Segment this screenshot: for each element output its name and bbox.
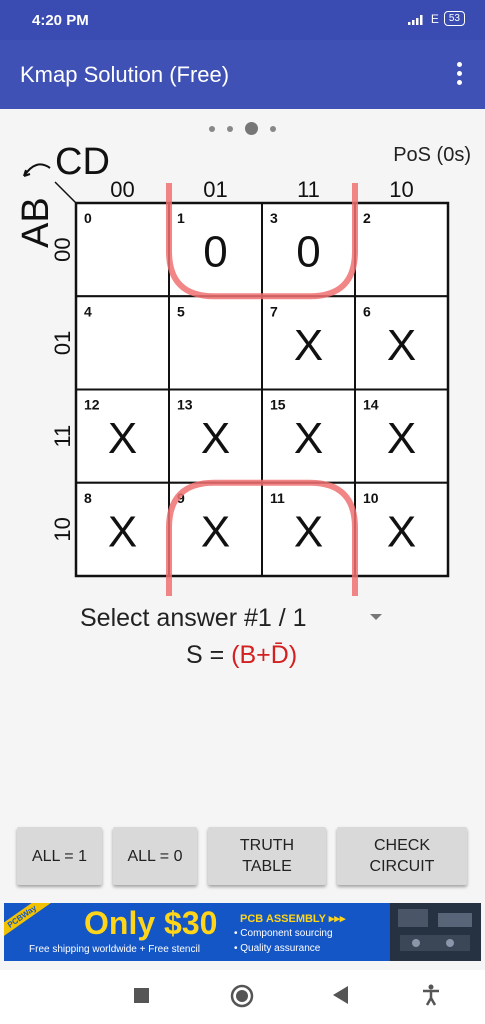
network-type: E	[430, 11, 439, 26]
solution-expression: S = (B+D̄)	[186, 641, 297, 670]
row-header: 11	[50, 425, 75, 448]
cell-index: 4	[84, 303, 92, 319]
check-circuit-button[interactable]: CHECK CIRCUIT	[337, 827, 467, 885]
cell-value: X	[108, 414, 137, 463]
kmap-cell[interactable]: 30	[261, 202, 356, 298]
kmap-cell[interactable]: 4	[75, 295, 170, 391]
cell-index: 12	[84, 397, 100, 413]
all-one-button[interactable]: ALL = 1	[17, 827, 102, 885]
cell-value: 0	[203, 228, 227, 277]
cell-value: X	[294, 507, 323, 556]
all-zero-label: ALL = 0	[127, 847, 183, 865]
cell-index: 13	[177, 397, 193, 413]
kmap-cell[interactable]: 15 X	[261, 388, 356, 484]
cell-value: X	[294, 321, 323, 370]
signal-icon	[407, 14, 423, 25]
kmap-cell[interactable]: 11 X	[261, 481, 356, 577]
kmap-cell[interactable]: 2	[354, 202, 449, 298]
check-circuit-label-2: CIRCUIT	[369, 858, 435, 875]
cell-index: 1	[177, 210, 185, 226]
square-icon[interactable]	[134, 988, 149, 1003]
triangle-back-icon[interactable]	[333, 986, 349, 1004]
kmap-cell[interactable]: 0	[75, 202, 170, 298]
cell-value: X	[387, 321, 416, 370]
cell-value: X	[387, 507, 416, 556]
check-circuit-label-1: CHECK	[373, 837, 430, 854]
circle-icon[interactable]	[230, 984, 254, 1008]
kmap-cell[interactable]: 13 X	[168, 388, 263, 484]
all-one-label: ALL = 1	[31, 847, 87, 865]
all-zero-button[interactable]: ALL = 0	[113, 827, 197, 885]
row-header: 00	[50, 237, 75, 261]
cell-value: X	[201, 414, 230, 463]
cell-value: X	[294, 414, 323, 463]
truth-table-label-2: TABLE	[242, 858, 292, 875]
cell-value: X	[201, 507, 230, 556]
cell-index: 15	[270, 397, 286, 413]
corner-diagonal	[54, 181, 77, 204]
ad-bullet: • Quality assurance	[234, 943, 321, 954]
kmap-cell[interactable]: 8X	[75, 481, 170, 577]
kmap-cell[interactable]: 10	[168, 202, 263, 298]
answer-select-label: Select answer #1 / 1	[80, 604, 307, 632]
answer-select[interactable]: Select answer #1 / 1	[80, 604, 390, 638]
battery-icon: 53	[443, 11, 465, 26]
dropdown-arrow-icon	[370, 614, 382, 620]
cell-value: X	[108, 507, 137, 556]
cell-index: 11	[270, 490, 285, 506]
col-header: 01	[203, 177, 227, 202]
ad-headline: PCB ASSEMBLY ▸▸▸	[240, 913, 346, 925]
cell-index: 5	[177, 303, 185, 319]
ad-tagline: Free shipping worldwide + Free stencil	[29, 944, 200, 955]
col-header: 00	[110, 177, 134, 202]
column-variable-label: CD	[55, 141, 110, 183]
cell-value: X	[387, 414, 416, 463]
status-bar: 4:20 PM E 53	[0, 0, 485, 40]
solution-prefix: S =	[186, 641, 232, 669]
cell-value: 0	[296, 228, 320, 277]
status-time: 4:20 PM	[32, 12, 89, 29]
col-header: 11	[297, 177, 320, 202]
cell-index: 0	[84, 210, 92, 226]
cell-index: 10	[363, 490, 379, 506]
kmap-cell[interactable]: 10 X	[354, 481, 449, 577]
ad-bullet: • Component sourcing	[234, 928, 333, 939]
pcb-board-image	[390, 903, 481, 961]
accessibility-icon[interactable]	[421, 984, 441, 1006]
cell-index: 8	[84, 490, 92, 506]
row-header: 10	[50, 517, 75, 541]
ad-banner[interactable]: PCBWay Only $30 Free shipping worldwide …	[4, 903, 481, 961]
ad-ribbon: PCBWay	[4, 903, 58, 944]
cell-index: 2	[363, 210, 371, 226]
app-title: Kmap Solution (Free)	[20, 62, 230, 87]
kmap-cell[interactable]: 14 X	[354, 388, 449, 484]
status-icons: E 53	[407, 11, 465, 26]
truth-table-button[interactable]: TRUTH TABLE	[208, 827, 326, 885]
karnaugh-map: AB CD 00 01 11 10 00011110 0 103024 5 7X6X12X1…	[15, 141, 450, 596]
cell-index: 7	[270, 303, 278, 319]
col-header: 10	[389, 177, 413, 202]
kmap-cell[interactable]: 12 X	[75, 388, 170, 484]
kmap-cell[interactable]: 5	[168, 295, 263, 391]
ad-price: Only $30	[84, 905, 218, 941]
kmap-cell[interactable]: 9X	[168, 481, 263, 577]
app-bar: Kmap Solution (Free)	[0, 40, 485, 109]
cell-index: 6	[363, 303, 371, 319]
kmap-cell[interactable]: 6X	[354, 295, 449, 391]
row-header: 01	[50, 331, 75, 355]
truth-table-label-1: TRUTH	[239, 837, 295, 854]
more-vert-icon[interactable]	[455, 62, 463, 86]
cell-index: 3	[270, 210, 278, 226]
cell-index: 14	[363, 397, 379, 413]
kmap-cell[interactable]: 7X	[261, 295, 356, 391]
solution-expr: (B+D̄)	[231, 641, 298, 669]
nav-bar	[0, 970, 485, 1024]
